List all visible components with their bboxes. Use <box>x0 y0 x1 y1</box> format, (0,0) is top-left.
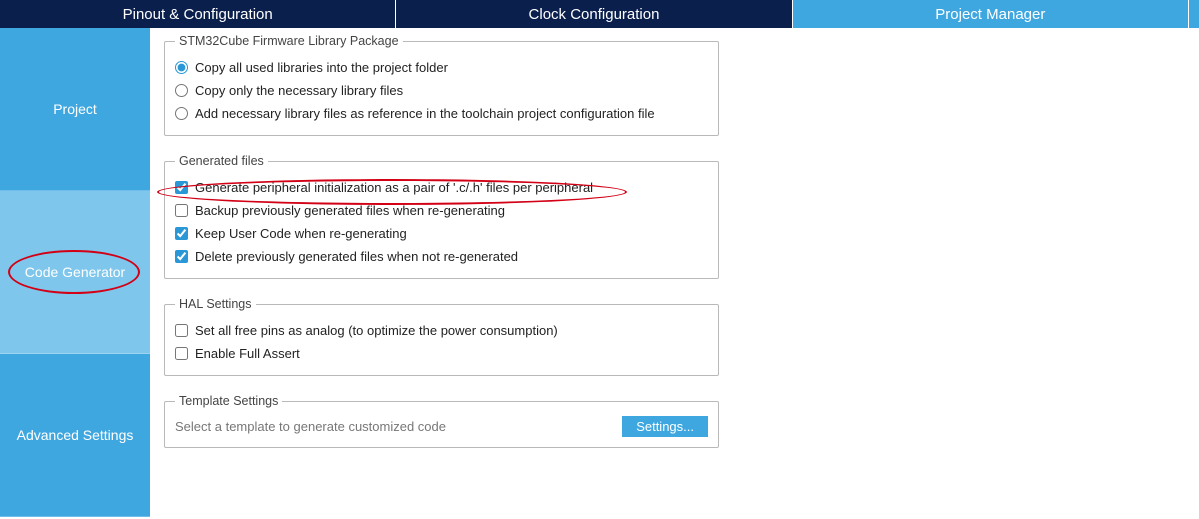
fieldset-generated-files: Generated files Generate peripheral init… <box>164 154 719 279</box>
radio-label: Copy only the necessary library files <box>195 83 403 98</box>
checkbox-input-keep-user-code[interactable] <box>175 227 188 240</box>
legend-firmware: STM32Cube Firmware Library Package <box>175 34 403 48</box>
checkbox-free-pins-analog[interactable]: Set all free pins as analog (to optimize… <box>175 319 708 342</box>
content-panel: STM32Cube Firmware Library Package Copy … <box>150 28 1199 519</box>
template-text: Select a template to generate customized… <box>175 419 446 434</box>
radio-input-copy-necessary[interactable] <box>175 84 188 97</box>
fieldset-template-settings: Template Settings Select a template to g… <box>164 394 719 448</box>
checkbox-label: Delete previously generated files when n… <box>195 249 518 264</box>
sidebar-item-label: Advanced Settings <box>17 427 134 443</box>
sidebar-item-label: Project <box>53 101 97 117</box>
checkbox-input-free-pins-analog[interactable] <box>175 324 188 337</box>
checkbox-full-assert[interactable]: Enable Full Assert <box>175 342 708 365</box>
sidebar-item-project[interactable]: Project <box>0 28 150 191</box>
sidebar-item-label: Code Generator <box>25 264 125 280</box>
checkbox-input-delete-prev[interactable] <box>175 250 188 263</box>
checkbox-input-full-assert[interactable] <box>175 347 188 360</box>
checkbox-backup[interactable]: Backup previously generated files when r… <box>175 199 708 222</box>
tab-pinout[interactable]: Pinout & Configuration <box>0 0 396 28</box>
radio-add-reference[interactable]: Add necessary library files as reference… <box>175 102 708 125</box>
tab-stub <box>1189 0 1199 28</box>
tab-project-manager[interactable]: Project Manager <box>793 0 1189 28</box>
fieldset-firmware-library: STM32Cube Firmware Library Package Copy … <box>164 34 719 136</box>
checkbox-label: Set all free pins as analog (to optimize… <box>195 323 558 338</box>
checkbox-input-backup[interactable] <box>175 204 188 217</box>
radio-copy-all[interactable]: Copy all used libraries into the project… <box>175 56 708 79</box>
main-area: Project Code Generator Advanced Settings… <box>0 28 1199 519</box>
checkbox-label: Keep User Code when re-generating <box>195 226 407 241</box>
radio-input-add-reference[interactable] <box>175 107 188 120</box>
checkbox-label: Generate peripheral initialization as a … <box>195 180 593 195</box>
radio-copy-necessary[interactable]: Copy only the necessary library files <box>175 79 708 102</box>
radio-label: Copy all used libraries into the project… <box>195 60 448 75</box>
sidebar-item-advanced-settings[interactable]: Advanced Settings <box>0 354 150 517</box>
radio-input-copy-all[interactable] <box>175 61 188 74</box>
top-tabs: Pinout & Configuration Clock Configurati… <box>0 0 1199 28</box>
legend-template: Template Settings <box>175 394 282 408</box>
tab-clock[interactable]: Clock Configuration <box>396 0 792 28</box>
legend-hal: HAL Settings <box>175 297 256 311</box>
checkbox-keep-user-code[interactable]: Keep User Code when re-generating <box>175 222 708 245</box>
checkbox-generate-pair[interactable]: Generate peripheral initialization as a … <box>175 176 708 199</box>
settings-button[interactable]: Settings... <box>622 416 708 437</box>
checkbox-label: Backup previously generated files when r… <box>195 203 505 218</box>
checkbox-delete-prev[interactable]: Delete previously generated files when n… <box>175 245 708 268</box>
checkbox-input-generate-pair[interactable] <box>175 181 188 194</box>
checkbox-label: Enable Full Assert <box>195 346 300 361</box>
legend-generated: Generated files <box>175 154 268 168</box>
sidebar-item-code-generator[interactable]: Code Generator <box>0 191 150 354</box>
radio-label: Add necessary library files as reference… <box>195 106 655 121</box>
fieldset-hal-settings: HAL Settings Set all free pins as analog… <box>164 297 719 376</box>
sidebar: Project Code Generator Advanced Settings <box>0 28 150 519</box>
